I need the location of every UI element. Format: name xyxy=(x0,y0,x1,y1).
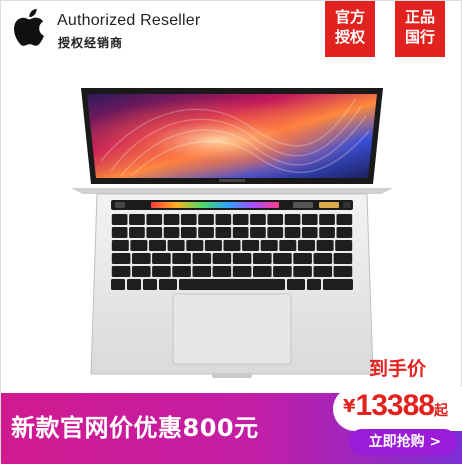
keyboard-key xyxy=(111,214,128,225)
keyboard-key xyxy=(129,214,145,225)
keyboard-key xyxy=(319,214,335,225)
keyboard-key xyxy=(298,240,315,251)
keyboard-key xyxy=(132,266,151,277)
badge-line: 正品 xyxy=(404,8,435,26)
keyboard-key xyxy=(204,240,222,251)
keyboard-key xyxy=(129,227,145,238)
keyboard-key xyxy=(111,279,125,290)
keyboard-key xyxy=(232,253,252,264)
header: Authorized Reseller 授权经销商 官方 授权 正品 国行 xyxy=(1,1,462,71)
price: ¥13388起 xyxy=(343,389,448,423)
keyboard-key xyxy=(336,227,353,238)
badge-line: 国行 xyxy=(404,28,435,46)
keyboard-key xyxy=(253,253,272,264)
keyboard-key xyxy=(167,240,185,251)
keyboard-key xyxy=(215,214,232,225)
keyboard-key xyxy=(301,227,318,238)
keyboard-key xyxy=(253,266,272,277)
keyboard-key xyxy=(149,240,166,251)
keyboard-key xyxy=(146,214,163,225)
keyboard-key xyxy=(192,266,212,277)
keyboard-key xyxy=(284,227,301,238)
keyboard-key xyxy=(267,214,284,225)
keyboard-key xyxy=(180,214,197,225)
keyboard-key xyxy=(293,253,312,264)
keyboard-key xyxy=(307,279,321,290)
keyboard-key xyxy=(186,240,204,251)
keyboard-key xyxy=(232,266,252,277)
keyboard-key xyxy=(179,279,285,290)
badge-line: 官方 xyxy=(334,8,365,26)
keyboard-key xyxy=(260,240,278,251)
currency-symbol: ¥ xyxy=(343,396,356,417)
keyboard-key xyxy=(212,253,232,264)
apple-logo-icon xyxy=(14,8,44,46)
keyboard-key xyxy=(273,266,292,277)
keyboard-key xyxy=(172,266,191,277)
product-card[interactable]: Authorized Reseller 授权经销商 官方 授权 正品 国行 到手… xyxy=(0,0,462,464)
buy-now-button[interactable]: 立即抢购 > xyxy=(349,429,457,455)
keyboard-key xyxy=(180,227,197,238)
keyboard-key xyxy=(146,227,163,238)
keyboard-key xyxy=(127,279,141,290)
final-price-label: 到手价 xyxy=(369,358,427,380)
keyboard-key xyxy=(111,227,128,238)
keyboard-key xyxy=(323,279,353,290)
keyboard-key xyxy=(223,240,241,251)
keyboard-key xyxy=(333,266,353,277)
keyboard-key xyxy=(313,266,333,277)
keyboard-key xyxy=(159,279,177,290)
keyboard-key xyxy=(198,214,214,225)
keyboard-key xyxy=(273,253,292,264)
keyboard-key xyxy=(172,253,191,264)
keyboard-key xyxy=(152,266,171,277)
keyboard-key xyxy=(130,240,148,251)
keyboard-key xyxy=(212,266,232,277)
macbook-product-image xyxy=(71,88,393,378)
keyboard-key xyxy=(215,227,232,238)
keyboard-key xyxy=(336,214,353,225)
keyboard-key xyxy=(163,227,180,238)
keyboard-key xyxy=(198,227,214,238)
keyboard-key xyxy=(267,227,284,238)
keyboard-key xyxy=(293,266,312,277)
keyboard-key xyxy=(163,214,180,225)
keyboard-key xyxy=(132,253,151,264)
keyboard-key xyxy=(232,227,249,238)
trackpad xyxy=(172,293,292,365)
keyboard-key xyxy=(333,253,353,264)
reseller-title: Authorized Reseller xyxy=(57,12,201,29)
keyboard-key xyxy=(287,279,305,290)
keyboard-key xyxy=(313,253,333,264)
keyboard-key xyxy=(319,227,335,238)
keyboard-key xyxy=(192,253,212,264)
reseller-subtitle: 授权经销商 xyxy=(58,36,124,50)
keyboard-key xyxy=(111,266,131,277)
keyboard-key xyxy=(284,214,301,225)
keyboard-key xyxy=(316,240,334,251)
keyboard-key xyxy=(279,240,297,251)
keyboard-key xyxy=(242,240,260,251)
badge-line: 授权 xyxy=(334,28,365,46)
keyboard-key xyxy=(250,214,266,225)
price-value: 13388 xyxy=(355,389,435,422)
keyboard-key xyxy=(250,227,266,238)
official-authorized-badge: 官方 授权 xyxy=(325,1,375,57)
keyboard-key xyxy=(335,240,353,251)
price-suffix: 起 xyxy=(433,403,448,419)
keyboard-key xyxy=(111,253,131,264)
keyboard-key xyxy=(152,253,171,264)
promo-headline: 新款官网价优惠800元 xyxy=(11,414,259,442)
keyboard-key xyxy=(111,240,129,251)
keyboard-key xyxy=(232,214,249,225)
keyboard-key xyxy=(143,279,157,290)
genuine-product-badge: 正品 国行 xyxy=(395,1,445,57)
keyboard-key xyxy=(301,214,318,225)
